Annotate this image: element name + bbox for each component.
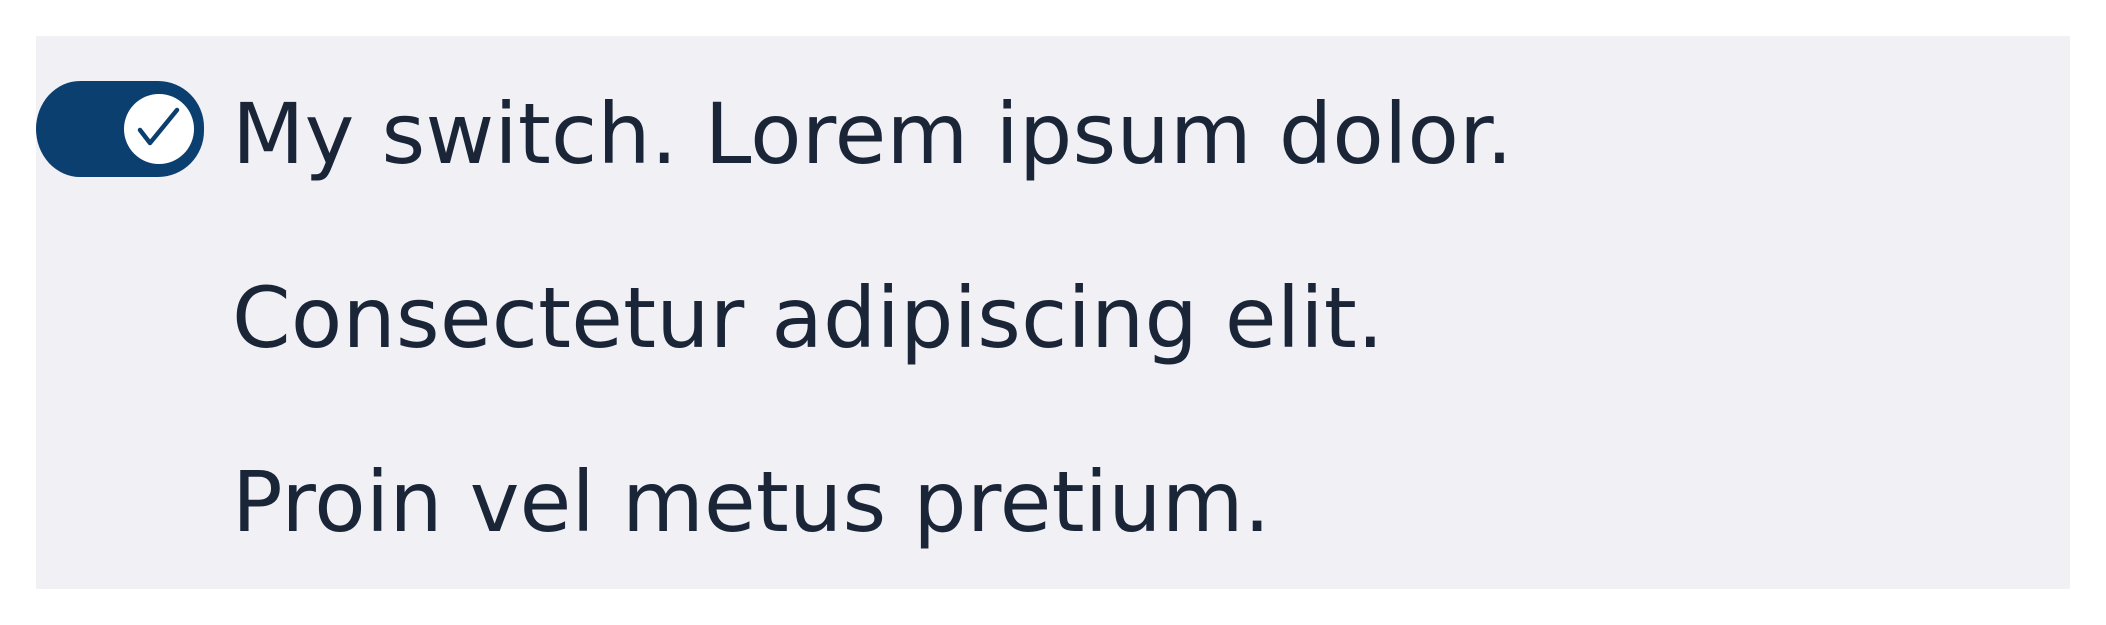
switch-label-line-3: Proin vel metus pretium. (232, 453, 1271, 551)
switch-panel: My switch. Lorem ipsum dolor. Consectetu… (36, 36, 2070, 589)
switch-thumb[interactable] (121, 91, 197, 167)
switch-field[interactable]: My switch. Lorem ipsum dolor. Consectetu… (36, 36, 2070, 589)
switch-label-line-2: Consectetur adipiscing elit. (232, 269, 1384, 367)
switch-label[interactable]: My switch. Lorem ipsum dolor. Consectetu… (232, 64, 2062, 616)
switch-label-line-1: My switch. Lorem ipsum dolor. (232, 85, 1514, 183)
switch-toggle[interactable] (36, 81, 204, 177)
check-icon (137, 107, 180, 146)
switch-thumb-face (124, 94, 194, 164)
